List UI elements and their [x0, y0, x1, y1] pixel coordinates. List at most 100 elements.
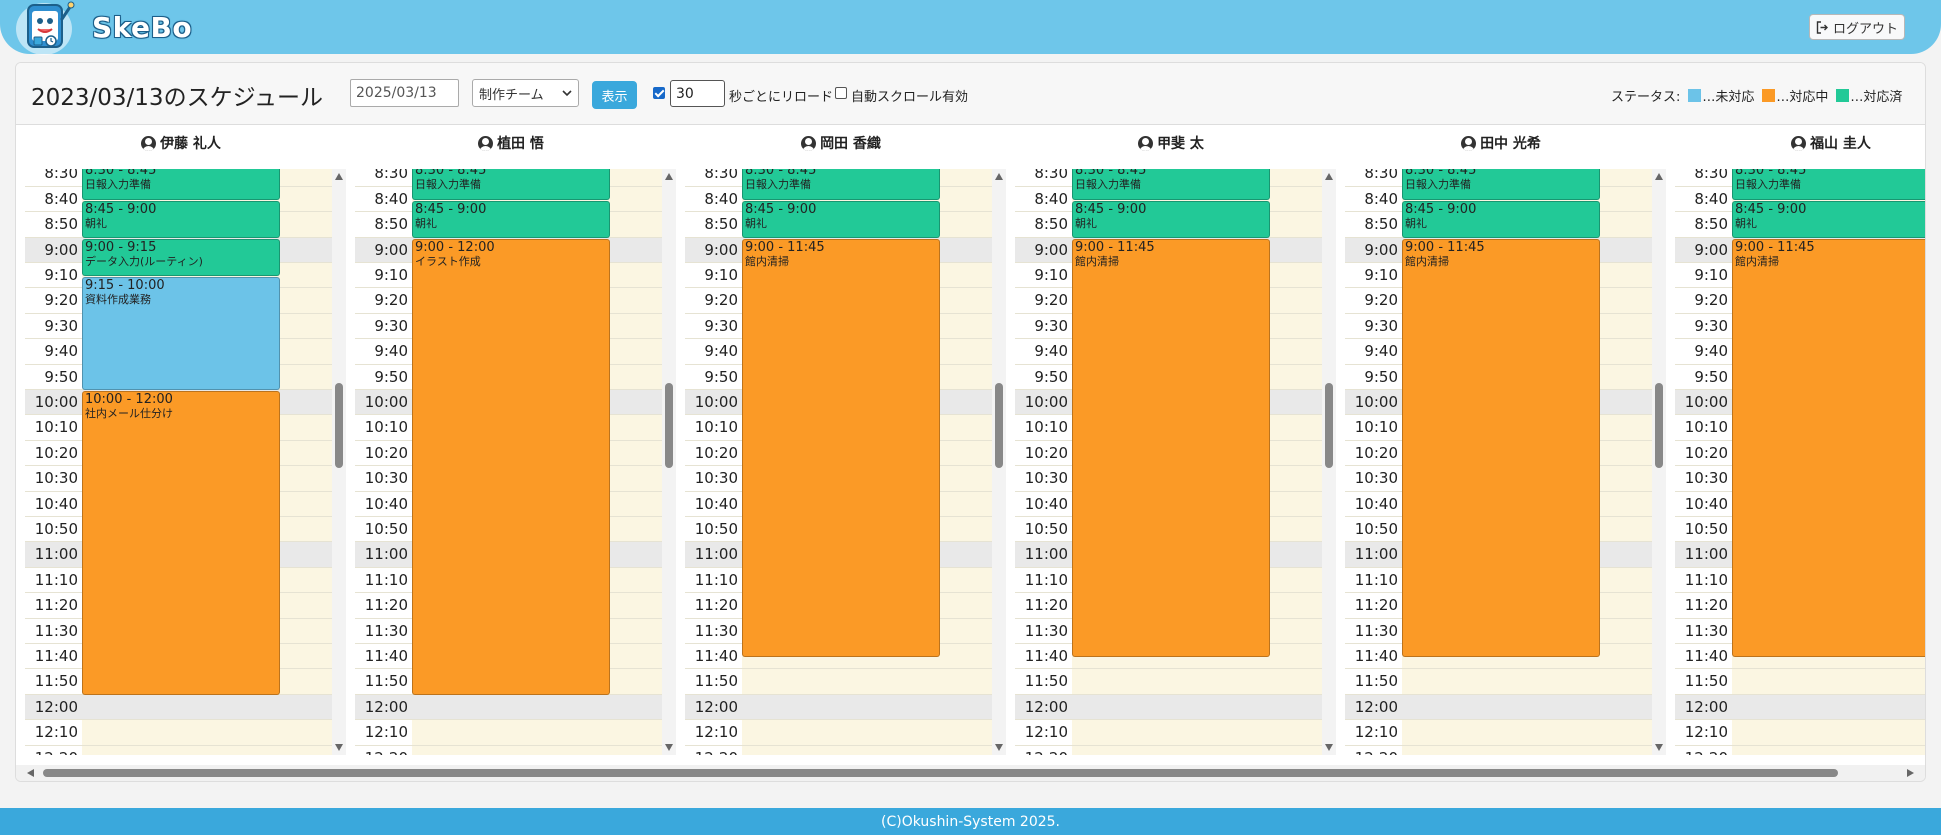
time-label: 8:40 [355, 186, 412, 212]
person-timeline[interactable]: 8:30 8:40 8:50 9:00 9:10 9:20 9:30 9:40 9:50 10:0… [1336, 169, 1666, 755]
time-label: 12:20 [1675, 745, 1732, 755]
scroll-up-icon[interactable] [1655, 173, 1663, 180]
scroll-up-icon[interactable] [1325, 173, 1333, 180]
schedule-event[interactable]: 8:30 - 8:45 日報入力準備 [82, 169, 280, 200]
schedule-event[interactable]: 8:45 - 9:00 朝礼 [412, 200, 610, 238]
scroll-down-icon[interactable] [665, 744, 673, 751]
time-label: 11:40 [1675, 644, 1732, 669]
time-slot[interactable] [1072, 694, 1325, 720]
time-label: 11:20 [25, 593, 82, 618]
time-label: 10:50 [685, 517, 742, 542]
time-row: 12:20 [1015, 745, 1325, 755]
time-slot[interactable] [1732, 745, 1925, 755]
app-logo[interactable]: SkeBo [14, 0, 192, 55]
scroll-left-icon[interactable] [27, 769, 34, 777]
time-slot[interactable] [1072, 745, 1325, 755]
schedule-event[interactable]: 9:00 - 11:45 館内清掃 [1732, 238, 1925, 657]
time-label: 12:20 [685, 745, 742, 755]
vertical-scrollbar[interactable] [1322, 169, 1336, 755]
vertical-scroll-thumb[interactable] [995, 383, 1003, 468]
time-label: 10:00 [1675, 390, 1732, 415]
schedule-event[interactable]: 9:15 - 10:00 資料作成業務 [82, 276, 280, 390]
scroll-up-icon[interactable] [335, 173, 343, 180]
time-slot[interactable] [1732, 669, 1925, 694]
time-label: 11:00 [25, 542, 82, 567]
time-slot[interactable] [412, 720, 665, 745]
schedule-event[interactable]: 8:30 - 8:45 日報入力準備 [1402, 169, 1600, 200]
event-title: 館内清掃 [1405, 254, 1449, 268]
vertical-scroll-thumb[interactable] [1325, 383, 1333, 468]
time-slot[interactable] [1732, 694, 1925, 720]
schedule-event[interactable]: 9:00 - 12:00 イラスト作成 [412, 238, 610, 695]
person-timeline[interactable]: 8:30 8:40 8:50 9:00 9:10 9:20 9:30 9:40 9:50 10:0… [1666, 169, 1925, 755]
schedule-event[interactable]: 8:45 - 9:00 朝礼 [1732, 200, 1925, 238]
time-slot[interactable] [1402, 720, 1655, 745]
event-title: 社内メール仕分け [85, 407, 173, 420]
vertical-scroll-thumb[interactable] [665, 383, 673, 468]
schedule-event[interactable]: 8:30 - 8:45 日報入力準備 [1072, 169, 1270, 200]
scroll-up-icon[interactable] [665, 173, 673, 180]
schedule-event[interactable]: 10:00 - 12:00 社内メール仕分け [82, 391, 280, 695]
time-label: 10:10 [1675, 415, 1732, 440]
event-title: イラスト作成 [415, 254, 481, 268]
logout-button[interactable]: ログアウト [1809, 14, 1905, 40]
team-select[interactable]: 制作チーム [472, 79, 579, 107]
vertical-scrollbar[interactable] [992, 169, 1006, 755]
vertical-scroll-thumb[interactable] [335, 383, 343, 468]
schedule-event[interactable]: 8:30 - 8:45 日報入力準備 [742, 169, 940, 200]
schedule-event[interactable]: 8:45 - 9:00 朝礼 [742, 200, 940, 238]
time-slot[interactable] [742, 694, 995, 720]
time-slot[interactable] [742, 745, 995, 755]
schedule-event[interactable]: 9:00 - 11:45 館内清掃 [742, 238, 940, 657]
time-slot[interactable] [742, 669, 995, 694]
time-slot[interactable] [412, 745, 665, 755]
schedule-event[interactable]: 8:45 - 9:00 朝礼 [1072, 200, 1270, 238]
person-name: 田中 光希 [1480, 136, 1541, 152]
time-slot[interactable] [1732, 720, 1925, 745]
person-timeline[interactable]: 8:30 8:40 8:50 9:00 9:10 9:20 9:30 9:40 9:50 10:0… [16, 169, 346, 755]
time-slot[interactable] [1402, 694, 1655, 720]
time-slot[interactable] [1072, 669, 1325, 694]
time-row: 12:00 [355, 694, 665, 721]
time-slot[interactable] [412, 694, 665, 720]
schedule-event[interactable]: 9:00 - 9:15 データ入力(ルーティン) [82, 238, 280, 276]
time-slot[interactable] [82, 745, 335, 755]
schedule-event[interactable]: 8:45 - 9:00 朝礼 [1402, 200, 1600, 238]
time-slot[interactable] [82, 720, 335, 745]
scroll-right-icon[interactable] [1907, 769, 1914, 777]
time-slot[interactable] [1072, 720, 1325, 745]
vertical-scrollbar[interactable] [1652, 169, 1666, 755]
vertical-scrollbar[interactable] [662, 169, 676, 755]
time-label: 12:00 [1345, 694, 1402, 720]
time-label: 8:30 [685, 169, 742, 186]
reload-seconds-input[interactable]: 30 [670, 80, 725, 107]
reload-checkbox[interactable] [653, 87, 665, 99]
scroll-down-icon[interactable] [335, 744, 343, 751]
schedule-event[interactable]: 9:00 - 11:45 館内清掃 [1072, 238, 1270, 657]
scroll-down-icon[interactable] [1325, 744, 1333, 751]
time-label: 11:40 [355, 644, 412, 669]
person-timeline[interactable]: 8:30 8:40 8:50 9:00 9:10 9:20 9:30 9:40 9:50 10:0… [346, 169, 676, 755]
horizontal-scrollbar[interactable] [16, 765, 1925, 781]
person-timeline[interactable]: 8:30 8:40 8:50 9:00 9:10 9:20 9:30 9:40 9:50 10:0… [1006, 169, 1336, 755]
vertical-scroll-thumb[interactable] [1655, 383, 1663, 468]
time-slot[interactable] [1402, 745, 1655, 755]
schedule-event[interactable]: 9:00 - 11:45 館内清掃 [1402, 238, 1600, 657]
vertical-scrollbar[interactable] [332, 169, 346, 755]
scroll-down-icon[interactable] [1655, 744, 1663, 751]
time-label: 10:50 [1015, 517, 1072, 542]
date-input[interactable] [350, 79, 459, 107]
autoscroll-checkbox[interactable] [835, 87, 847, 99]
schedule-event[interactable]: 8:30 - 8:45 日報入力準備 [412, 169, 610, 200]
person-timeline[interactable]: 8:30 8:40 8:50 9:00 9:10 9:20 9:30 9:40 9:50 10:0… [676, 169, 1006, 755]
show-button[interactable]: 表示 [592, 81, 637, 109]
time-slot[interactable] [742, 720, 995, 745]
time-label: 11:20 [685, 593, 742, 618]
scroll-down-icon[interactable] [995, 744, 1003, 751]
schedule-event[interactable]: 8:45 - 9:00 朝礼 [82, 200, 280, 238]
scroll-up-icon[interactable] [995, 173, 1003, 180]
schedule-event[interactable]: 8:30 - 8:45 日報入力準備 [1732, 169, 1925, 200]
time-slot[interactable] [1402, 669, 1655, 694]
time-slot[interactable] [82, 694, 335, 720]
horizontal-scroll-thumb[interactable] [43, 769, 1838, 777]
